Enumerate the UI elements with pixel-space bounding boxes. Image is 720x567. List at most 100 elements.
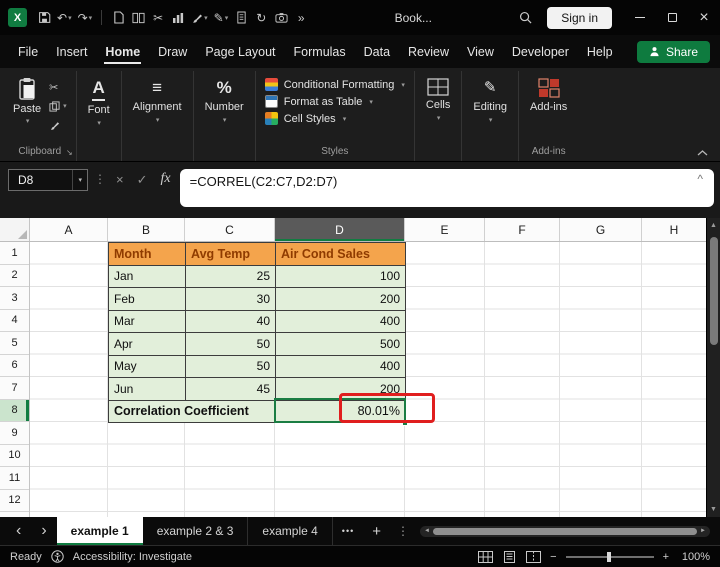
refresh-icon[interactable]: ↻ bbox=[251, 5, 271, 31]
normal-view-button[interactable] bbox=[478, 551, 493, 563]
page-icon[interactable] bbox=[231, 5, 251, 31]
cell-b4[interactable]: Mar bbox=[109, 311, 186, 334]
row-header-3[interactable]: 3 bbox=[0, 287, 29, 310]
dialog-launcher-icon[interactable]: ↘ bbox=[66, 148, 73, 157]
cell-c6[interactable]: 50 bbox=[186, 356, 276, 379]
formula-input[interactable]: =CORREL(C2:C7,D2:D7) ^ bbox=[180, 169, 714, 207]
format-painter-button[interactable] bbox=[49, 118, 67, 132]
row-header-4[interactable]: 4 bbox=[0, 310, 29, 333]
tab-developer[interactable]: Developer bbox=[510, 37, 571, 67]
cell-d6[interactable]: 400 bbox=[276, 356, 406, 379]
tab-file[interactable]: File bbox=[16, 37, 40, 67]
sign-in-button[interactable]: Sign in bbox=[547, 7, 612, 29]
more-commands-button[interactable]: » bbox=[291, 5, 311, 31]
alignment-button[interactable]: ≡ Alignment ▾ bbox=[131, 73, 184, 124]
row-header-9[interactable]: 9 bbox=[0, 422, 29, 445]
sheet-tab-example-2-3[interactable]: example 2 & 3 bbox=[143, 517, 249, 545]
row-header-2[interactable]: 2 bbox=[0, 265, 29, 288]
name-box[interactable]: D8 ▾ bbox=[8, 169, 88, 191]
cell-b3[interactable]: Feb bbox=[109, 288, 186, 311]
cell-c7[interactable]: 45 bbox=[186, 378, 276, 401]
column-header-h[interactable]: H bbox=[642, 218, 706, 241]
cell-c2[interactable]: 25 bbox=[186, 266, 276, 289]
sheet-nav-right[interactable]: › bbox=[31, 518, 56, 544]
row-header-1[interactable]: 1 bbox=[0, 242, 29, 265]
collapse-ribbon-button[interactable] bbox=[697, 150, 708, 156]
cell-d4[interactable]: 400 bbox=[276, 311, 406, 334]
cells-button[interactable]: Cells ▾ bbox=[424, 73, 452, 122]
columns-icon[interactable] bbox=[128, 5, 148, 31]
tab-data[interactable]: Data bbox=[362, 37, 392, 67]
sheet-tab-example-4[interactable]: example 4 bbox=[248, 517, 332, 545]
vertical-scrollbar-thumb[interactable] bbox=[710, 237, 718, 345]
excel-logo-icon[interactable]: X bbox=[8, 8, 27, 27]
zoom-slider-thumb[interactable] bbox=[607, 552, 611, 562]
zoom-slider[interactable] bbox=[566, 556, 654, 558]
sheet-body[interactable]: 1 2 3 4 5 6 7 8 9 10 11 12 Month Avg Tem… bbox=[0, 242, 706, 517]
cell-c1[interactable]: Avg Temp bbox=[186, 243, 276, 266]
column-header-a[interactable]: A bbox=[30, 218, 108, 241]
vertical-scrollbar[interactable]: ▲ ▼ bbox=[706, 218, 720, 517]
copy-button[interactable]: ▾ bbox=[49, 99, 67, 113]
scroll-left-icon[interactable]: ◄ bbox=[424, 528, 430, 534]
camera-icon[interactable] bbox=[271, 5, 291, 31]
more-sheets-button[interactable]: ••• bbox=[333, 526, 363, 536]
tab-view[interactable]: View bbox=[465, 37, 496, 67]
pen-button[interactable]: ✎▾ bbox=[211, 5, 232, 31]
search-button[interactable] bbox=[515, 5, 535, 31]
maximize-button[interactable] bbox=[656, 0, 688, 35]
document-icon[interactable] bbox=[108, 5, 128, 31]
cell-d3[interactable]: 200 bbox=[276, 288, 406, 311]
cell-b6[interactable]: May bbox=[109, 356, 186, 379]
save-icon[interactable] bbox=[34, 5, 54, 31]
cell-b7[interactable]: Jun bbox=[109, 378, 186, 401]
row-header-5[interactable]: 5 bbox=[0, 332, 29, 355]
addins-button[interactable]: Add-ins bbox=[528, 73, 569, 113]
paste-button[interactable]: Paste ▾ bbox=[13, 73, 41, 132]
cell-b1[interactable]: Month bbox=[109, 243, 186, 266]
column-header-d[interactable]: D bbox=[275, 218, 405, 241]
chart-icon[interactable] bbox=[168, 5, 188, 31]
close-button[interactable]: × bbox=[688, 0, 720, 35]
formula-bar-expand-button[interactable]: ^ bbox=[697, 172, 703, 186]
cell-b2[interactable]: Jan bbox=[109, 266, 186, 289]
scroll-right-icon[interactable]: ► bbox=[700, 528, 706, 534]
accessibility-status[interactable]: Accessibility: Investigate bbox=[73, 551, 192, 563]
tab-splitter-handle[interactable]: ⋮ bbox=[390, 524, 416, 538]
insert-function-button[interactable]: fx bbox=[157, 169, 175, 189]
zoom-in-button[interactable]: + bbox=[663, 551, 669, 563]
column-header-e[interactable]: E bbox=[405, 218, 485, 241]
scroll-up-icon[interactable]: ▲ bbox=[710, 221, 717, 230]
zoom-out-button[interactable]: − bbox=[550, 551, 556, 563]
cell-b8-correlation-label[interactable]: Correlation Coefficient bbox=[109, 401, 276, 424]
row-header-11[interactable]: 11 bbox=[0, 467, 29, 490]
column-header-g[interactable]: G bbox=[560, 218, 642, 241]
tab-review[interactable]: Review bbox=[406, 37, 451, 67]
cut-icon[interactable]: ✂ bbox=[148, 5, 168, 31]
cut-button[interactable]: ✂ bbox=[49, 80, 67, 94]
name-box-dropdown[interactable]: ▾ bbox=[72, 170, 87, 190]
column-header-b[interactable]: B bbox=[108, 218, 185, 241]
minimize-button[interactable] bbox=[624, 0, 656, 35]
tab-page-layout[interactable]: Page Layout bbox=[203, 37, 277, 67]
cancel-button[interactable]: × bbox=[112, 169, 128, 190]
page-layout-view-button[interactable] bbox=[502, 551, 517, 563]
cell-b5[interactable]: Apr bbox=[109, 333, 186, 356]
share-button[interactable]: Share bbox=[637, 41, 710, 63]
cell-c3[interactable]: 30 bbox=[186, 288, 276, 311]
tab-insert[interactable]: Insert bbox=[54, 37, 89, 67]
column-header-f[interactable]: F bbox=[485, 218, 560, 241]
number-button[interactable]: % Number ▾ bbox=[203, 73, 246, 124]
row-header-12[interactable]: 12 bbox=[0, 490, 29, 513]
tab-draw[interactable]: Draw bbox=[156, 37, 189, 67]
tab-home[interactable]: Home bbox=[103, 37, 142, 67]
drag-handle-icon[interactable]: ⋮ bbox=[93, 169, 107, 189]
cell-d1[interactable]: Air Cond Sales bbox=[276, 243, 406, 266]
new-sheet-button[interactable]: + bbox=[363, 523, 390, 540]
zoom-level[interactable]: 100% bbox=[678, 551, 710, 563]
row-header-6[interactable]: 6 bbox=[0, 355, 29, 378]
enter-button[interactable]: ✓ bbox=[133, 169, 152, 191]
format-as-table-button[interactable]: Format as Table ▾ bbox=[265, 95, 373, 108]
undo-button[interactable]: ↶▾ bbox=[54, 5, 75, 31]
select-all-corner[interactable] bbox=[0, 218, 30, 241]
